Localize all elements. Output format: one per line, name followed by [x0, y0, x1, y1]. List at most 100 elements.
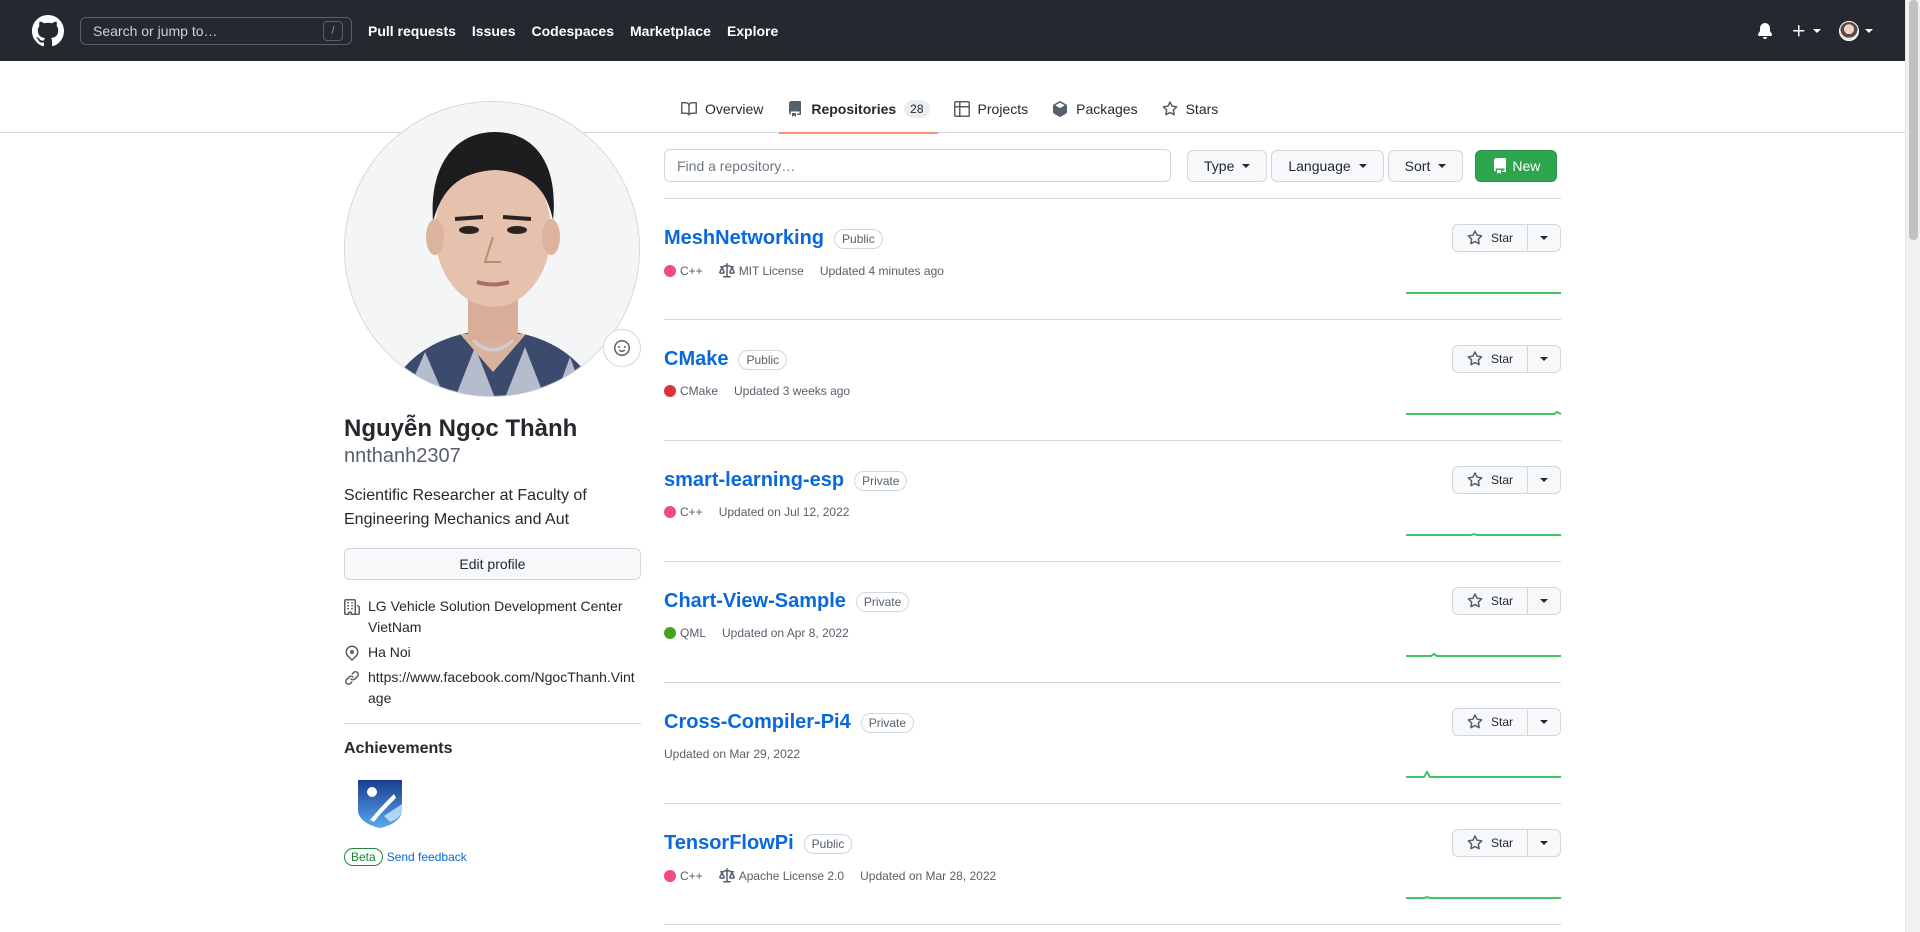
profile-username: nnthanh2307: [344, 445, 461, 467]
location-text: Ha Noi: [368, 644, 411, 660]
user-menu[interactable]: [1839, 20, 1873, 41]
visibility-badge: Public: [803, 833, 853, 854]
search-input[interactable]: Search or jump to… /: [80, 16, 352, 45]
activity-sparkline: [1406, 770, 1561, 778]
profile-website: https://www.facebook.com/NgocThanh.Vinta…: [344, 667, 641, 709]
repo-name-link[interactable]: Cross-Compiler-Pi4: [664, 711, 851, 734]
language-name: C++: [680, 264, 703, 278]
visibility-badge: Private: [860, 712, 915, 733]
star-button-group: Star: [1452, 224, 1561, 252]
tab-overview[interactable]: Overview: [673, 84, 771, 133]
website-link[interactable]: https://www.facebook.com/NgocThanh.Vinta…: [368, 667, 641, 709]
star-label: Star: [1490, 594, 1513, 608]
header-nav: Pull requests Issues Codespaces Marketpl…: [368, 23, 778, 39]
star-icon: [1162, 100, 1178, 115]
caret-down-icon: [1540, 357, 1548, 361]
repo-language: C++: [664, 264, 703, 278]
language-name: C++: [680, 505, 703, 519]
nav-explore[interactable]: Explore: [727, 23, 778, 39]
create-new-plus-icon[interactable]: [1791, 23, 1821, 39]
tab-packages[interactable]: Packages: [1044, 84, 1145, 133]
repo-name-link[interactable]: TensorFlowPi: [664, 832, 794, 855]
visibility-badge: Public: [738, 349, 788, 370]
nav-pull-requests[interactable]: Pull requests: [368, 23, 456, 39]
language-color-dot: [664, 506, 676, 518]
language-label: Language: [1288, 157, 1351, 174]
star-list-dropdown[interactable]: [1528, 345, 1561, 373]
type-filter-button[interactable]: Type: [1187, 149, 1268, 182]
repo-updated: Updated on Mar 29, 2022: [664, 747, 801, 761]
new-repository-button[interactable]: New: [1475, 149, 1558, 182]
tab-stars[interactable]: Stars: [1154, 84, 1227, 133]
star-button[interactable]: Star: [1452, 345, 1528, 373]
set-status-button[interactable]: [603, 329, 641, 367]
profile-tabs: Overview Repositories 28 Projects Packag…: [673, 61, 1234, 134]
scrollbar-thumb[interactable]: [1909, 0, 1918, 240]
achievement-badge[interactable]: [348, 770, 412, 834]
find-repository-input[interactable]: Find a repository…: [664, 149, 1171, 182]
type-label: Type: [1204, 157, 1235, 174]
book-icon: [681, 101, 697, 115]
location-icon: [345, 645, 359, 661]
repo-icon: [789, 100, 802, 117]
star-button[interactable]: Star: [1452, 224, 1528, 252]
repo-name-link[interactable]: CMake: [664, 348, 728, 371]
tab-label: Overview: [705, 100, 764, 117]
nav-codespaces[interactable]: Codespaces: [532, 23, 614, 39]
repo-item: Chart-View-Sample Private QML Updated on…: [664, 562, 1561, 683]
github-logo-icon[interactable]: [32, 14, 64, 47]
tab-repositories[interactable]: Repositories 28: [779, 84, 938, 134]
repo-license: Apache License 2.0: [718, 868, 844, 884]
star-icon: [1467, 472, 1483, 487]
star-icon: [1467, 593, 1483, 608]
language-filter-button[interactable]: Language: [1271, 149, 1384, 182]
bell-icon[interactable]: [1757, 22, 1773, 39]
star-list-dropdown[interactable]: [1528, 708, 1561, 736]
profile-avatar[interactable]: [344, 101, 640, 397]
star-button[interactable]: Star: [1452, 708, 1528, 736]
repo-name-link[interactable]: MeshNetworking: [664, 227, 824, 250]
law-icon: [718, 263, 735, 278]
page-scrollbar[interactable]: [1905, 0, 1920, 932]
language-name: C++: [680, 869, 703, 883]
repo-language: QML: [664, 626, 706, 640]
send-feedback-link[interactable]: Send feedback: [387, 850, 467, 864]
star-list-dropdown[interactable]: [1528, 466, 1561, 494]
activity-sparkline: [1406, 410, 1561, 415]
repo-filters: Find a repository… Type Language Sort Ne…: [664, 149, 1561, 182]
star-icon: [1467, 835, 1483, 850]
nav-marketplace[interactable]: Marketplace: [630, 23, 711, 39]
profile-bio: Scientific Researcher at Faculty of Engi…: [344, 487, 587, 528]
repo-name-link[interactable]: Chart-View-Sample: [664, 590, 846, 613]
caret-down-icon: [1865, 28, 1873, 33]
search-shortcut-key: /: [323, 20, 343, 41]
repo-name-link[interactable]: smart-learning-esp: [664, 469, 844, 492]
star-label: Star: [1490, 231, 1513, 245]
sort-filter-button[interactable]: Sort: [1387, 149, 1464, 182]
caret-down-icon: [1438, 163, 1447, 168]
repo-updated: Updated 3 weeks ago: [734, 384, 851, 398]
smiley-icon: [614, 340, 630, 356]
star-button-group: Star: [1452, 829, 1561, 857]
repo-item: smart-learning-esp Private C++ Updated o…: [664, 441, 1561, 562]
star-button[interactable]: Star: [1452, 466, 1528, 494]
repo-license: MIT License: [718, 263, 804, 279]
star-list-dropdown[interactable]: [1528, 224, 1561, 252]
star-list-dropdown[interactable]: [1528, 587, 1561, 615]
star-button-group: Star: [1452, 708, 1561, 736]
star-button[interactable]: Star: [1452, 829, 1528, 857]
star-label: Star: [1490, 836, 1513, 850]
caret-down-icon: [1540, 599, 1548, 603]
repo-item: Cross-Compiler-Pi4 Private Updated on Ma…: [664, 683, 1561, 804]
star-button[interactable]: Star: [1452, 587, 1528, 615]
sort-label: Sort: [1404, 157, 1431, 174]
star-icon: [1467, 351, 1483, 366]
repositories-counter: 28: [904, 99, 930, 118]
tab-projects[interactable]: Projects: [946, 84, 1037, 133]
visibility-badge: Private: [855, 591, 910, 612]
edit-profile-button[interactable]: Edit profile: [344, 548, 641, 580]
nav-issues[interactable]: Issues: [472, 23, 516, 39]
star-button-group: Star: [1452, 345, 1561, 373]
law-icon: [718, 868, 735, 883]
star-list-dropdown[interactable]: [1528, 829, 1561, 857]
